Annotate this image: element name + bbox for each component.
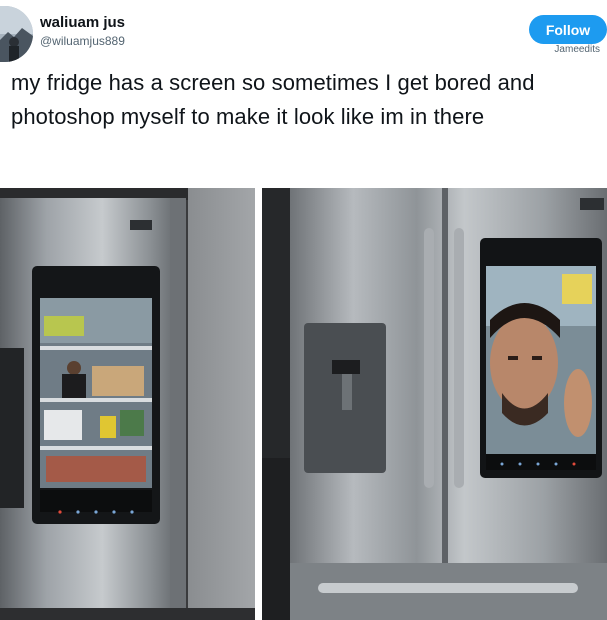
tweet-text: my fridge has a screen so sometimes I ge…: [11, 70, 535, 129]
photo-right[interactable]: [262, 188, 607, 620]
avatar[interactable]: [0, 6, 33, 62]
display-name[interactable]: waliuam jus: [40, 14, 125, 31]
watermark-text: Jameedits: [554, 44, 600, 55]
user-handle[interactable]: @wiluamjus889: [40, 34, 125, 48]
follow-button[interactable]: Follow: [529, 15, 607, 44]
photo-left[interactable]: [0, 188, 255, 620]
tweet-header: waliuam jus @wiluamjus889 Follow Jameedi…: [0, 0, 607, 64]
media-grid: [0, 188, 607, 620]
